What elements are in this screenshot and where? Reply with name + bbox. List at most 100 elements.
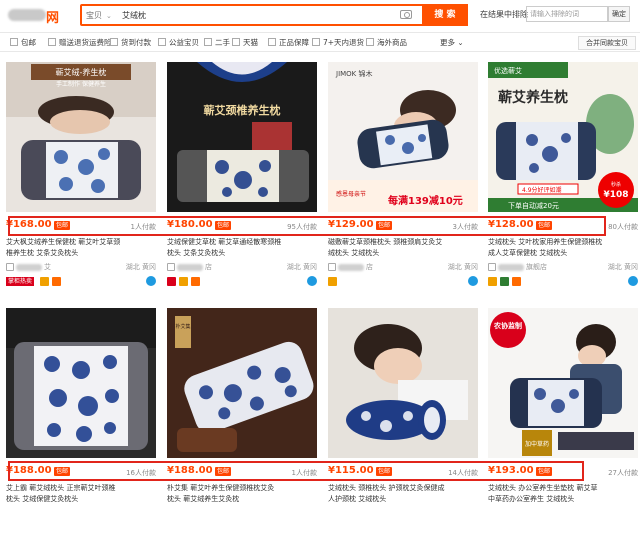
shop-name[interactable]: 店: [205, 262, 212, 272]
shop-row: 艾 湖北 黄冈: [6, 261, 156, 273]
badge-text: 农协监制: [493, 321, 522, 330]
site-logo[interactable]: 网: [6, 5, 66, 26]
wangwang-chat-icon[interactable]: [468, 276, 478, 286]
product-card[interactable]: 农协监制 加中草药 ¥193.00 包邮 27人付款 艾绒枕头 办公室养生坐垫枕…: [488, 308, 638, 538]
filter-label: 二手: [215, 38, 230, 47]
promo-tag: 掌柜热卖: [6, 277, 35, 286]
product-image[interactable]: 农协监制 加中草药: [488, 308, 638, 458]
product-image[interactable]: [6, 308, 156, 458]
exclude-confirm-button[interactable]: 确定: [608, 6, 630, 22]
bottom-promo: 下单自动减20元: [508, 201, 559, 210]
promo-left: 感恩母亲节: [336, 190, 366, 198]
product-image[interactable]: 蕲艾颈椎养生枕: [167, 62, 317, 212]
product-card[interactable]: 优选蕲艾 蕲艾养生枕 4.9分好评如潮 下单自动减20元 秒杀 ¥108 ¥12…: [488, 62, 638, 292]
service-icons: [167, 276, 317, 288]
filter-return-insurance[interactable]: 赠送退货运费险: [48, 37, 112, 49]
shop-row: 旗舰店 湖北 黄冈: [488, 261, 638, 273]
product-photo: [328, 308, 478, 458]
filter-tmall[interactable]: 天猫: [232, 37, 258, 49]
filter-genuine[interactable]: 正品保障: [268, 37, 309, 49]
product-title[interactable]: 艾大枫艾绒养生保健枕 蕲艾叶艾草颈 椎养生枕 艾条艾灸枕头: [6, 237, 156, 259]
product-card[interactable]: ¥188.00 包邮 16人付款 艾上霸 蕲艾绒枕头 正宗蕲艾叶颈椎 枕头 艾绒保…: [6, 308, 156, 538]
shop-name[interactable]: 旗舰店: [526, 262, 547, 272]
shop-icon: [167, 263, 175, 271]
product-card[interactable]: ¥115.00 包邮 14人付款 艾绒枕头 颈椎枕头 护颈枕艾灸保健成 人护颈枕 …: [328, 308, 478, 538]
shop-name-blur: [338, 264, 364, 271]
camera-icon[interactable]: [400, 10, 412, 19]
product-title[interactable]: 朴艾集 蕲艾叶养生保健颈椎枕艾灸 枕头 蕲艾绒养生艾灸枕: [167, 483, 317, 505]
title-line: 艾绒保健艾草枕 蕲艾草通经散寒颈椎: [167, 238, 282, 246]
search-input[interactable]: 艾绒枕: [122, 9, 146, 23]
gold-seller-icon: [40, 277, 49, 286]
product-image[interactable]: 朴艾集: [167, 308, 317, 458]
search-button[interactable]: 搜 索: [422, 4, 468, 26]
product-card[interactable]: JIMOK 锦木 感恩母亲节 每满139减10元 ¥129.00 包邮 3人付款…: [328, 62, 478, 292]
tag-text: 优选蕲艾: [494, 66, 522, 75]
banner-text: 蕲艾绒-养生枕: [56, 67, 107, 77]
search-box: 宝贝 ⌄ 艾绒枕 搜 索: [80, 4, 468, 26]
product-title[interactable]: 磁敷蕲艾草颈椎枕头 颈椎颈肩艾灸艾 绒枕头 艾绒枕头: [328, 237, 478, 259]
shop-name[interactable]: 店: [366, 262, 373, 272]
title-line: 艾绒枕头 艾叶枕家用养生保健颈椎枕: [488, 238, 603, 246]
product-title[interactable]: 艾上霸 蕲艾绒枕头 正宗蕲艾叶颈椎 枕头 艾绒保健艾灸枕头: [6, 483, 156, 505]
filter-label: 海外商品: [377, 38, 407, 47]
product-card[interactable]: 朴艾集 ¥188.00 包邮 1人付款 朴艾集 蕲艾叶养生保健颈椎枕艾灸 枕头 蕲…: [167, 308, 317, 538]
merge-same-items-button[interactable]: 合并同款宝贝: [578, 36, 636, 50]
checkbox[interactable]: [366, 38, 374, 46]
filter-overseas[interactable]: 海外商品: [366, 37, 407, 49]
wangwang-chat-icon[interactable]: [628, 276, 638, 286]
checkbox[interactable]: [204, 38, 212, 46]
fast-ship-icon: [512, 277, 521, 286]
product-title[interactable]: 艾绒枕头 颈椎枕头 护颈枕艾灸保健成 人护颈枕 艾绒枕头: [328, 483, 478, 505]
title-line: 艾绒枕头 颈椎枕头 护颈枕艾灸保健成: [328, 484, 445, 492]
filter-charity[interactable]: 公益宝贝: [158, 37, 199, 49]
product-title[interactable]: 艾绒枕头 办公室养生坐垫枕 蕲艾草 中草药办公室养生 艾绒枕头: [488, 483, 638, 505]
brand-text: JIMOK 锦木: [335, 69, 373, 78]
more-filters-button[interactable]: 更多 ⌄: [440, 37, 464, 49]
wangwang-chat-icon[interactable]: [307, 276, 317, 286]
product-image[interactable]: [328, 308, 478, 458]
service-icons: [488, 276, 638, 288]
title-line: 人护颈枕 艾绒枕头: [328, 495, 387, 503]
title-line: 艾上霸 蕲艾绒枕头 正宗蕲艾叶颈椎: [6, 484, 116, 492]
wangwang-chat-icon[interactable]: [146, 276, 156, 286]
product-image[interactable]: JIMOK 锦木 感恩母亲节 每满139减10元: [328, 62, 478, 212]
product-headline: 蕲艾颈椎养生枕: [204, 103, 281, 117]
exclude-input[interactable]: 请输入排除的词: [526, 6, 608, 22]
rating-text: 4.9分好评如潮: [522, 186, 562, 194]
checkbox[interactable]: [110, 38, 118, 46]
location: 湖北 黄冈: [125, 263, 156, 271]
filter-7day-return[interactable]: 7+天内退货: [312, 37, 364, 49]
quality-icon: [500, 277, 509, 286]
product-title[interactable]: 艾绒保健艾草枕 蕲艾草通经散寒颈椎 枕头 艾条艾灸枕头: [167, 237, 317, 259]
filter-bar: 包邮 赠送退货运费险 货到付款 公益宝贝 二手 天猫 正品保障 7+天内退货 海…: [0, 32, 640, 52]
shop-name-blur: [177, 264, 203, 271]
checkbox[interactable]: [48, 38, 56, 46]
filter-cod[interactable]: 货到付款: [110, 37, 151, 49]
product-card[interactable]: 蕲艾绒-养生枕 手工制作 保健养生 ¥168.00 包邮 1人付款 艾大枫艾绒养…: [6, 62, 156, 292]
checkbox[interactable]: [232, 38, 240, 46]
chevron-down-icon: ⌄: [106, 12, 112, 20]
filter-label: 7+天内退货: [323, 38, 365, 47]
checkbox[interactable]: [268, 38, 276, 46]
product-image[interactable]: 优选蕲艾 蕲艾养生枕 4.9分好评如潮 下单自动减20元 秒杀 ¥108: [488, 62, 638, 212]
buyer-count: 80人付款: [608, 223, 638, 231]
filter-label: 赠送退货运费险: [59, 38, 112, 47]
title-line: 枕头 艾绒保健艾灸枕头: [6, 495, 79, 503]
product-headline: 蕲艾养生枕: [498, 89, 568, 106]
product-title[interactable]: 艾绒枕头 艾叶枕家用养生保健颈椎枕 成人艾草保健枕 艾绒枕头: [488, 237, 638, 259]
product-card[interactable]: 蕲艾颈椎养生枕 ¥180.00 包邮 95人付款 艾绒保健艾草枕 蕲艾草通经散寒…: [167, 62, 317, 292]
shop-row: 店 湖北 黄冈: [167, 261, 317, 273]
checkbox[interactable]: [10, 38, 18, 46]
filter-label: 天猫: [243, 38, 258, 47]
checkbox[interactable]: [312, 38, 320, 46]
filter-label: 公益宝贝: [169, 38, 199, 47]
herb-tag: 加中草药: [525, 440, 549, 448]
filter-free-shipping[interactable]: 包邮: [10, 37, 36, 49]
product-image[interactable]: 蕲艾绒-养生枕 手工制作 保健养生: [6, 62, 156, 212]
shop-name-blur: [498, 264, 524, 271]
checkbox[interactable]: [158, 38, 166, 46]
shop-name[interactable]: 艾: [44, 262, 51, 272]
location: 湖北 黄冈: [607, 263, 638, 271]
filter-secondhand[interactable]: 二手: [204, 37, 230, 49]
